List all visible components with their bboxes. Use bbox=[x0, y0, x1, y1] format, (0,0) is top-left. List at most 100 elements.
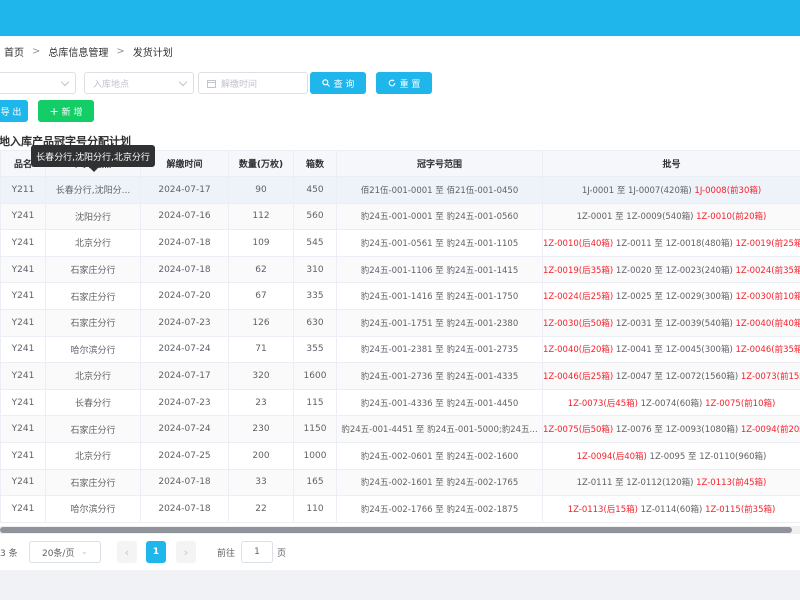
add-button-label: 新 增 bbox=[61, 107, 83, 118]
lot-range-segment: 1Z-0031 至 1Z-0039(540箱) bbox=[613, 318, 736, 329]
table-row[interactable]: Y241 长春分行 2024-07-23 23 115 豹24五-001-4336 至 豹… bbox=[0, 388, 800, 417]
location-cell: 沈阳分行 bbox=[45, 202, 141, 231]
quantity-cell: 112 bbox=[228, 202, 294, 231]
lot-partial-segment: 1Z-0075(前10箱) bbox=[705, 398, 776, 409]
lot-partial-segment: 1Z-0010(前20箱) bbox=[696, 212, 767, 223]
lot-partial-segment: 1Z-0010(后40箱) bbox=[543, 238, 614, 249]
add-button[interactable]: + 新 增 bbox=[38, 100, 94, 122]
column-header-boxes[interactable]: 箱数 bbox=[293, 150, 337, 177]
next-page-button[interactable]: › bbox=[176, 541, 196, 563]
boxes-cell: 1600 bbox=[293, 362, 337, 390]
table-row[interactable]: Y241 哈尔滨分行 2024-07-24 71 355 豹24五-001-2381 至 … bbox=[0, 335, 800, 364]
breadcrumb-level1[interactable]: 总库信息管理 bbox=[48, 44, 108, 59]
page-size-select[interactable]: 20条/页 ⌄ bbox=[29, 541, 101, 563]
location-cell: 石家庄分行 bbox=[45, 255, 141, 284]
product-select[interactable] bbox=[0, 72, 76, 94]
lot-cell: 1Z-0113(后15箱) 1Z-0114(60箱) 1Z-0115(前35箱) bbox=[542, 495, 800, 523]
product-cell: Y241 bbox=[0, 415, 46, 443]
table-row[interactable]: Y241 石家庄分行 2024-07-24 230 1150 豹24五-001-4451 … bbox=[0, 415, 800, 443]
date-cell: 2024-07-25 bbox=[140, 441, 229, 470]
table-row[interactable]: Y211 长春分行,沈阳分... 2024-07-17 90 450 佰21伍-001-0… bbox=[0, 176, 800, 204]
quantity-cell: 67 bbox=[228, 282, 294, 310]
date-cell: 2024-07-17 bbox=[140, 362, 229, 390]
table-row[interactable]: Y241 北京分行 2024-07-25 200 1000 豹24五-002-0601 至… bbox=[0, 441, 800, 470]
table-row[interactable]: Y241 沈阳分行 2024-07-16 112 560 豹24五-001-0001 至 … bbox=[0, 202, 800, 231]
product-cell: Y241 bbox=[0, 202, 46, 231]
goto-page-input[interactable]: 1 bbox=[241, 541, 273, 563]
lot-range-segment: 1Z-0041 至 1Z-0045(300箱) bbox=[613, 345, 736, 356]
date-picker-input[interactable]: 解缴时间 bbox=[198, 72, 308, 94]
lot-partial-segment: 1Z-0094(前20箱) bbox=[740, 425, 800, 436]
lot-cell: 1Z-0024(后25箱) 1Z-0025 至 1Z-0029(300箱) 1Z… bbox=[542, 282, 800, 310]
lot-partial-segment: 1Z-0046(后25箱) bbox=[543, 371, 614, 382]
date-cell: 2024-07-20 bbox=[140, 282, 229, 310]
reset-button[interactable]: 重 置 bbox=[376, 72, 432, 94]
footer-area bbox=[0, 570, 800, 600]
table-row[interactable]: Y241 北京分行 2024-07-17 320 1600 豹24五-001-2736 至… bbox=[0, 362, 800, 390]
horizontal-scrollbar[interactable] bbox=[0, 526, 800, 534]
chevron-down-icon bbox=[60, 77, 70, 87]
table-row[interactable]: Y241 哈尔滨分行 2024-07-18 22 110 豹24五-002-1766 至 … bbox=[0, 495, 800, 523]
boxes-cell: 1000 bbox=[293, 441, 337, 470]
product-cell: Y241 bbox=[0, 335, 46, 364]
boxes-cell: 630 bbox=[293, 308, 337, 337]
lot-range-segment: 1Z-0025 至 1Z-0029(300箱) bbox=[613, 292, 736, 303]
tooltip: 长春分行,沈阳分行,北京分行 bbox=[31, 145, 155, 172]
location-cell: 石家庄分行 bbox=[45, 468, 141, 497]
breadcrumb: 首页 > 总库信息管理 > 发货计划 bbox=[0, 36, 800, 66]
lot-cell: 1Z-0019(后35箱) 1Z-0020 至 1Z-0023(240箱) 1Z… bbox=[542, 255, 800, 284]
serial-range-cell: 佰21伍-001-0001 至 佰21伍-001-0450 bbox=[336, 176, 543, 204]
table-row[interactable]: Y241 石家庄分行 2024-07-20 67 335 豹24五-001-1416 至 … bbox=[0, 282, 800, 310]
product-cell: Y241 bbox=[0, 388, 46, 417]
page-1-button[interactable]: 1 bbox=[146, 541, 166, 563]
location-cell: 北京分行 bbox=[45, 441, 141, 470]
lot-cell: 1Z-0075(后50箱) 1Z-0076 至 1Z-0093(1080箱) 1… bbox=[542, 415, 800, 443]
table-row[interactable]: Y241 石家庄分行 2024-07-18 62 310 豹24五-001-1106 至 … bbox=[0, 255, 800, 284]
date-cell: 2024-07-24 bbox=[140, 415, 229, 443]
lot-partial-segment: 1Z-0113(前45箱) bbox=[696, 478, 767, 489]
goto-label: 前往 bbox=[217, 548, 236, 559]
serial-range-cell: 豹24五-002-0601 至 豹24五-002-1600 bbox=[336, 441, 543, 470]
table-row[interactable]: Y241 石家庄分行 2024-07-23 126 630 豹24五-001-1751 至… bbox=[0, 308, 800, 337]
quantity-cell: 200 bbox=[228, 441, 294, 470]
date-cell: 2024-07-23 bbox=[140, 388, 229, 417]
reset-button-label: 重 置 bbox=[399, 79, 421, 90]
lot-range-segment: 1Z-0114(60箱) bbox=[637, 504, 706, 515]
date-cell: 2024-07-23 bbox=[140, 308, 229, 337]
quantity-cell: 90 bbox=[228, 176, 294, 204]
quantity-cell: 320 bbox=[228, 362, 294, 390]
lot-partial-segment: 1Z-0046(前35箱) bbox=[735, 345, 800, 356]
column-header-serial-range[interactable]: 冠字号范围 bbox=[336, 150, 543, 177]
total-count: 3 条 bbox=[0, 548, 18, 559]
prev-page-button[interactable]: ‹ bbox=[117, 541, 137, 563]
date-cell: 2024-07-18 bbox=[140, 229, 229, 257]
page-suffix: 页 bbox=[277, 548, 287, 559]
search-button[interactable]: 查 询 bbox=[310, 72, 366, 94]
quantity-cell: 62 bbox=[228, 255, 294, 284]
serial-range-cell: 豹24五-001-1106 至 豹24五-001-1415 bbox=[336, 255, 543, 284]
export-button[interactable]: 导 出 bbox=[0, 100, 28, 122]
lot-range-segment: 1Z-0076 至 1Z-0093(1080箱) bbox=[613, 425, 741, 436]
lot-cell: 1Z-0010(后40箱) 1Z-0011 至 1Z-0018(480箱) 1Z… bbox=[542, 229, 800, 257]
chevron-down-icon: ⌄ bbox=[80, 547, 89, 557]
entry-location-select[interactable]: 入库地点 bbox=[84, 72, 194, 94]
quantity-cell: 126 bbox=[228, 308, 294, 337]
lot-range-segment: 1Z-0020 至 1Z-0023(240箱) bbox=[613, 265, 736, 276]
quantity-cell: 230 bbox=[228, 415, 294, 443]
lot-partial-segment: 1Z-0024(前35箱) bbox=[735, 265, 800, 276]
lot-partial-segment: 1Z-0094(后40箱) bbox=[576, 451, 647, 462]
table-row[interactable]: Y241 石家庄分行 2024-07-18 33 165 豹24五-002-1601 至 … bbox=[0, 468, 800, 497]
date-cell: 2024-07-17 bbox=[140, 176, 229, 204]
scrollbar-thumb[interactable] bbox=[0, 527, 792, 533]
table-row[interactable]: Y241 北京分行 2024-07-18 109 545 豹24五-001-0561 至 … bbox=[0, 229, 800, 257]
boxes-cell: 165 bbox=[293, 468, 337, 497]
lot-cell: 1Z-0040(后20箱) 1Z-0041 至 1Z-0045(300箱) 1Z… bbox=[542, 335, 800, 364]
product-cell: Y211 bbox=[0, 176, 46, 204]
lot-partial-segment: 1J-0008(前30箱) bbox=[694, 185, 762, 196]
column-header-lot[interactable]: 批号 bbox=[542, 150, 800, 177]
serial-range-cell: 豹24五-002-1601 至 豹24五-002-1765 bbox=[336, 468, 543, 497]
breadcrumb-home[interactable]: 首页 bbox=[4, 44, 24, 59]
serial-range-cell: 豹24五-001-1751 至 豹24五-001-2380 bbox=[336, 308, 543, 337]
column-header-quantity[interactable]: 数量(万枚) bbox=[228, 150, 294, 177]
quantity-cell: 23 bbox=[228, 388, 294, 417]
